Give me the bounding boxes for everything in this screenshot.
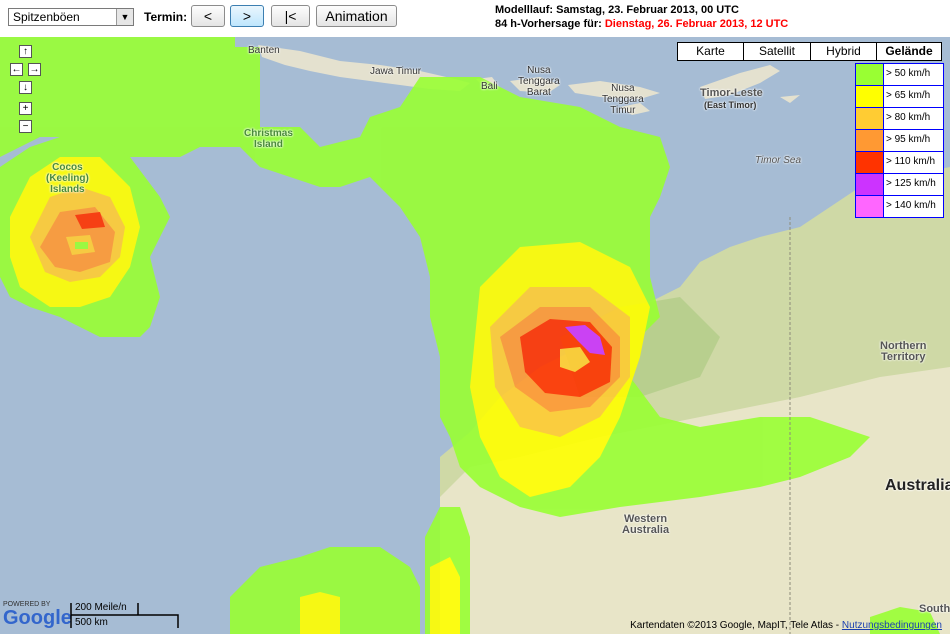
label-timor-leste: Timor-Leste: [700, 87, 763, 99]
legend-swatch: [856, 130, 884, 151]
scale-miles: 200 Meile/n: [75, 602, 127, 613]
legend-swatch: [856, 86, 884, 107]
label-jawa-timur: Jawa Timur: [370, 66, 422, 77]
map-type-bar: Karte Satellit Hybrid Gelände: [677, 42, 942, 61]
label-ntt: Nusa Tenggara Timur: [602, 83, 644, 116]
legend-label: > 80 km/h: [886, 112, 931, 123]
legend-swatch: [856, 196, 884, 217]
map-attribution: Kartendaten ©2013 Google, MapIT, Tele At…: [630, 620, 942, 631]
legend-label: > 125 km/h: [886, 178, 936, 189]
wind-legend: > 50 km/h > 65 km/h > 80 km/h > 95 km/h > 11…: [855, 63, 944, 218]
chevron-down-icon[interactable]: ▼: [116, 9, 133, 25]
run-info: Modelllauf: Samstag, 23. Februar 2013, 0…: [495, 3, 788, 31]
pan-right-button[interactable]: →: [28, 63, 41, 76]
pan-up-button[interactable]: ↑: [19, 45, 32, 58]
label-cocos-islands: Cocos (Keeling) Islands: [46, 162, 89, 195]
model-run-text: Modelllauf: Samstag, 23. Februar 2013, 0…: [495, 4, 739, 16]
map[interactable]: ↑ ← → ↓ + − Karte Satellit Hybrid Geländ…: [0, 37, 950, 634]
label-christmas-island: Christmas Island: [244, 128, 293, 150]
legend-row: > 140 km/h: [856, 196, 943, 217]
scale-km: 500 km: [75, 617, 108, 628]
legend-swatch: [856, 152, 884, 173]
forecast-line: 84 h-Vorhersage für: Dienstag, 26. Febru…: [495, 17, 788, 31]
legend-row: > 80 km/h: [856, 108, 943, 130]
label-western-australia: Western Australia: [622, 513, 670, 536]
legend-row: > 110 km/h: [856, 152, 943, 174]
zoom-in-button[interactable]: +: [19, 102, 32, 115]
label-south: South: [919, 603, 950, 615]
next-button[interactable]: >: [230, 5, 264, 27]
label-australia: Australia: [885, 477, 950, 494]
legend-swatch: [856, 174, 884, 195]
legend-label: > 95 km/h: [886, 134, 931, 145]
label-timor-sea: Timor Sea: [755, 155, 802, 166]
label-banten: Banten: [248, 45, 280, 56]
legend-label: > 110 km/h: [886, 156, 936, 167]
legend-label: > 65 km/h: [886, 90, 931, 101]
map-type-karte[interactable]: Karte: [677, 42, 744, 61]
google-logo[interactable]: POWERED BY Google: [3, 601, 72, 628]
variable-select[interactable]: Spitzenböen ▼: [8, 8, 134, 26]
legend-row: > 50 km/h: [856, 64, 943, 86]
legend-row: > 125 km/h: [856, 174, 943, 196]
google-wordmark: Google: [3, 607, 72, 629]
terms-link[interactable]: Nutzungsbedingungen: [842, 620, 942, 631]
map-type-satellit[interactable]: Satellit: [743, 42, 811, 61]
map-type-hybrid[interactable]: Hybrid: [810, 42, 877, 61]
label-northern-territory: Northern Territory: [880, 340, 927, 363]
toolbar: Spitzenböen ▼ Termin: < > |< Animation M…: [0, 0, 950, 37]
map-canvas[interactable]: [0, 37, 950, 634]
first-button[interactable]: |<: [271, 5, 310, 27]
termin-label: Termin:: [144, 10, 188, 24]
forecast-date: Dienstag, 26. Februar 2013, 12 UTC: [604, 18, 789, 30]
label-ntb: Nusa Tenggara Barat: [518, 65, 560, 98]
legend-label: > 50 km/h: [886, 68, 931, 79]
forecast-prefix: 84 h-Vorhersage für:: [495, 18, 605, 30]
scale-bar: 200 Meile/n 500 km: [70, 602, 180, 630]
legend-label: > 140 km/h: [886, 200, 936, 211]
prev-button[interactable]: <: [191, 5, 225, 27]
legend-row: > 65 km/h: [856, 86, 943, 108]
map-type-gelaende[interactable]: Gelände: [876, 42, 942, 61]
pan-left-button[interactable]: ←: [10, 63, 23, 76]
variable-select-value: Spitzenböen: [13, 10, 80, 24]
attribution-text: Kartendaten ©2013 Google, MapIT, Tele At…: [630, 620, 842, 631]
pan-down-button[interactable]: ↓: [19, 81, 32, 94]
label-east-timor: (East Timor): [704, 100, 757, 110]
animation-button[interactable]: Animation: [316, 5, 397, 27]
legend-swatch: [856, 64, 884, 85]
zoom-out-button[interactable]: −: [19, 120, 32, 133]
label-bali: Bali: [481, 81, 498, 92]
legend-swatch: [856, 108, 884, 129]
legend-row: > 95 km/h: [856, 130, 943, 152]
